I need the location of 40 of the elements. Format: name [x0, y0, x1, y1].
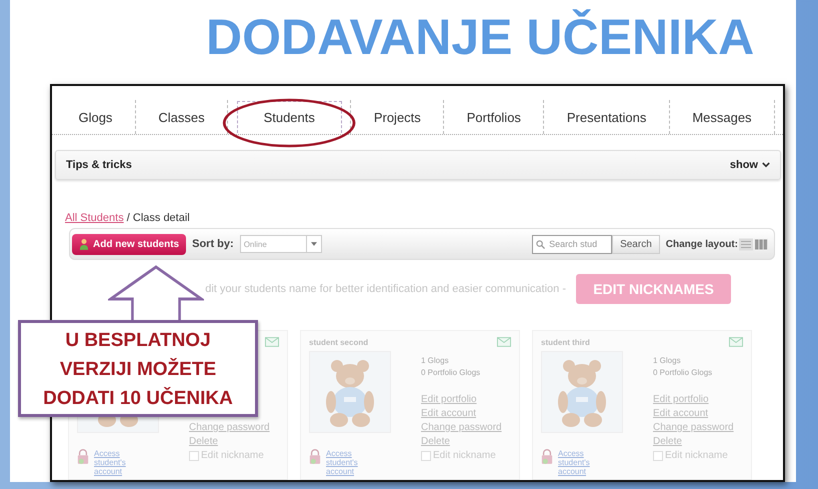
student-name: student third	[541, 338, 590, 346]
card-link[interactable]: Delete	[189, 435, 270, 449]
access-account-link[interactable]: Access student's account	[558, 449, 616, 476]
access-account-link[interactable]: Access student's account	[326, 449, 384, 476]
card-link[interactable]: Edit account	[421, 407, 502, 421]
hint-text: dit your students name for better identification and easier communication -	[205, 283, 566, 295]
nav-tab[interactable]: Glogs	[64, 102, 126, 132]
breadcrumb-link[interactable]: All Students	[65, 212, 124, 224]
slide-title: DODAVANJE UČENIKA	[206, 8, 754, 67]
card-link[interactable]: Change password	[421, 421, 502, 435]
nav-tab[interactable]: Projects	[360, 102, 435, 132]
stat-text: 1 Glogs	[653, 355, 682, 367]
card-link[interactable]: Edit portfolio	[653, 393, 734, 407]
layout-label: Change layout:	[666, 238, 738, 250]
card-link[interactable]: Change password	[653, 421, 734, 435]
breadcrumb-current: / Class detail	[126, 212, 190, 224]
student-name: student second	[309, 338, 368, 346]
access-account-link[interactable]: Access student's account	[94, 449, 152, 476]
nav-tab[interactable]: Students	[236, 101, 342, 133]
add-students-button[interactable]: Add new students	[72, 234, 186, 254]
card-link[interactable]: Delete	[421, 435, 502, 449]
sort-dropdown[interactable]: Online	[240, 235, 322, 253]
sort-label: Sort by:	[192, 238, 234, 250]
nav-tab[interactable]: Portfolios	[452, 102, 535, 132]
search-field[interactable]: Search stud	[532, 234, 612, 254]
card-link[interactable]: Change password	[189, 421, 270, 435]
nav-tab[interactable]: Classes	[144, 102, 219, 132]
stat-text: 0 Portfolio Glogs	[421, 367, 482, 379]
card-link[interactable]: Delete	[653, 435, 734, 449]
callout-text: U BESPLATNOJ VERZIJI MOŽETE DODATI 10 UČENIKA	[18, 320, 258, 417]
card-link[interactable]: Edit account	[653, 407, 734, 421]
stat-text: 0 Portfolio Glogs	[653, 367, 714, 379]
tips-label: Tips & tricks	[66, 159, 132, 171]
stat-text: 1 Glogs	[421, 355, 450, 367]
nav-tab[interactable]: Presentations	[552, 102, 660, 132]
edit-nicknames-button[interactable]: EDIT NICKNAMES	[576, 274, 731, 304]
search-button[interactable]: Search	[612, 234, 660, 254]
card-link[interactable]: Edit portfolio	[421, 393, 502, 407]
show-toggle[interactable]: show	[730, 159, 770, 171]
nav-tab[interactable]: Messages	[678, 102, 766, 132]
